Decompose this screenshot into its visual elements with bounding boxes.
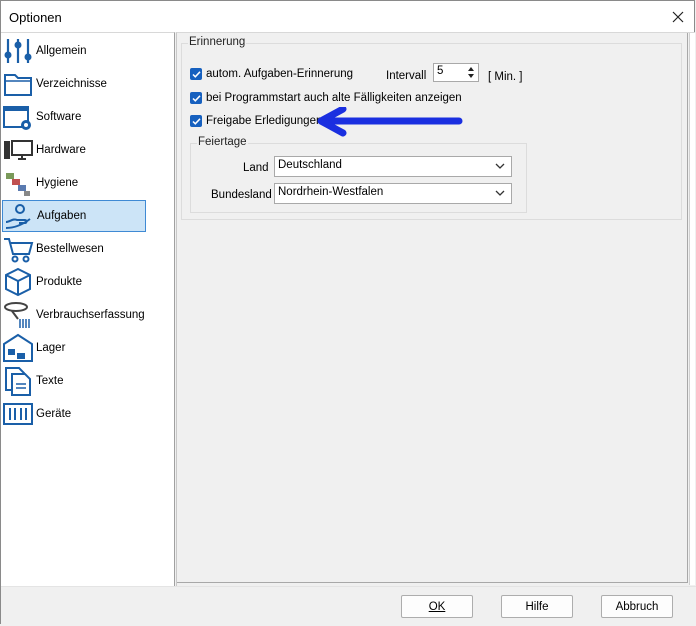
task-hand-icon: [5, 204, 31, 229]
sidebar-item-label: Aufgaben: [37, 210, 87, 222]
ok-button-label: OK: [428, 600, 446, 613]
cart-icon: [4, 238, 34, 263]
close-icon: [672, 11, 684, 22]
auto-reminder-checkbox[interactable]: [190, 68, 202, 80]
spinner-arrows-icon[interactable]: [465, 65, 477, 80]
abbruch-button[interactable]: Abbruch: [601, 595, 673, 618]
sidebar-item-label: Texte: [36, 375, 64, 387]
close-button[interactable]: [662, 1, 694, 32]
sidebar-item-label: Bestellwesen: [36, 243, 104, 255]
warehouse-icon: [3, 333, 33, 362]
sidebar-item-bestellwesen[interactable]: Bestellwesen: [2, 233, 146, 265]
startup-checkbox[interactable]: [190, 92, 202, 104]
sliders-icon: [4, 39, 32, 63]
sidebar-item-hardware[interactable]: Hardware: [2, 134, 146, 166]
sidebar-item-label: Hygiene: [36, 177, 79, 189]
devices-icon: [3, 403, 33, 425]
feiertage-group-title: Feiertage: [197, 136, 248, 148]
sidebar-item-label: Produkte: [36, 276, 83, 288]
sidebar-item-allgemein[interactable]: Allgemein: [2, 35, 146, 67]
erinnerung-group-title: Erinnerung: [188, 36, 247, 48]
freigabe-checkbox[interactable]: [190, 115, 202, 127]
sidebar-item-verbrauchserfassung[interactable]: Verbrauchserfassung: [2, 299, 146, 331]
hilfe-button[interactable]: Hilfe: [501, 595, 573, 618]
sidebar-item-label: Hardware: [36, 144, 86, 156]
chevron-down-icon: [495, 163, 505, 169]
intervall-value: 5: [437, 65, 444, 77]
sidebar-item-produkte[interactable]: Produkte: [2, 266, 146, 298]
window-title: Optionen: [9, 10, 62, 25]
intervall-spinner[interactable]: 5: [433, 63, 479, 82]
sidebar: Allgemein Verzeichnisse Software Hardwar…: [1, 32, 175, 586]
startup-row: bei Programmstart auch alte Fälligkeiten…: [190, 92, 462, 104]
sidebar-item-label: Lager: [36, 342, 66, 354]
hygiene-icon: [6, 173, 30, 196]
sidebar-item-lager[interactable]: Lager: [2, 332, 146, 364]
panel-edge: [689, 33, 695, 585]
abbruch-button-label: Abbruch: [615, 600, 659, 613]
annotation-arrow-icon: [317, 107, 463, 137]
intervall-label: Intervall: [386, 70, 427, 82]
dialog-footer: OK Hilfe Abbruch: [1, 586, 696, 626]
sidebar-item-texte[interactable]: Texte: [2, 365, 146, 397]
freigabe-row: Freigabe Erledigungen: [190, 115, 322, 127]
ok-button[interactable]: OK: [401, 595, 473, 618]
auto-reminder-label[interactable]: autom. Aufgaben-Erinnerung: [206, 68, 353, 80]
checkmark-icon: [191, 117, 201, 125]
freigabe-label[interactable]: Freigabe Erledigungen: [206, 115, 322, 127]
box-icon: [5, 267, 31, 297]
land-value: Deutschland: [278, 159, 342, 171]
folder-icon: [4, 74, 32, 96]
chevron-down-icon: [495, 190, 505, 196]
options-window: Optionen Allgemein Verzeichnisse Softwar…: [0, 0, 696, 626]
title-bar: Optionen: [1, 1, 694, 32]
bundesland-select[interactable]: Nordrhein-Westfalen: [274, 183, 512, 204]
computer-icon: [4, 140, 33, 160]
sidebar-item-label: Verbrauchserfassung: [36, 309, 145, 321]
sidebar-item-label: Verzeichnisse: [36, 78, 107, 90]
sidebar-item-label: Software: [36, 111, 82, 123]
land-select[interactable]: Deutschland: [274, 156, 512, 177]
sidebar-item-label: Allgemein: [36, 45, 87, 57]
documents-icon: [5, 367, 31, 396]
intervall-unit: [ Min. ]: [488, 71, 523, 83]
sidebar-item-geraete[interactable]: Geräte: [2, 398, 146, 430]
bundesland-value: Nordrhein-Westfalen: [278, 186, 384, 198]
hilfe-button-label: Hilfe: [525, 600, 549, 613]
feiertage-group: Feiertage Land Deutschland Bundesland No…: [190, 136, 527, 213]
land-label: Land: [243, 162, 269, 174]
sidebar-item-hygiene[interactable]: Hygiene: [2, 167, 146, 199]
sidebar-item-aufgaben[interactable]: Aufgaben: [2, 200, 146, 232]
window-gear-icon: [3, 106, 31, 130]
sidebar-item-verzeichnisse[interactable]: Verzeichnisse: [2, 68, 146, 100]
sidebar-item-label: Geräte: [36, 408, 72, 420]
bundesland-label: Bundesland: [211, 189, 272, 201]
scanner-icon: [4, 302, 30, 328]
checkmark-icon: [191, 70, 201, 78]
auto-reminder-row: autom. Aufgaben-Erinnerung: [190, 68, 353, 80]
sidebar-item-software[interactable]: Software: [2, 101, 146, 133]
startup-label[interactable]: bei Programmstart auch alte Fälligkeiten…: [206, 92, 462, 104]
checkmark-icon: [191, 94, 201, 102]
